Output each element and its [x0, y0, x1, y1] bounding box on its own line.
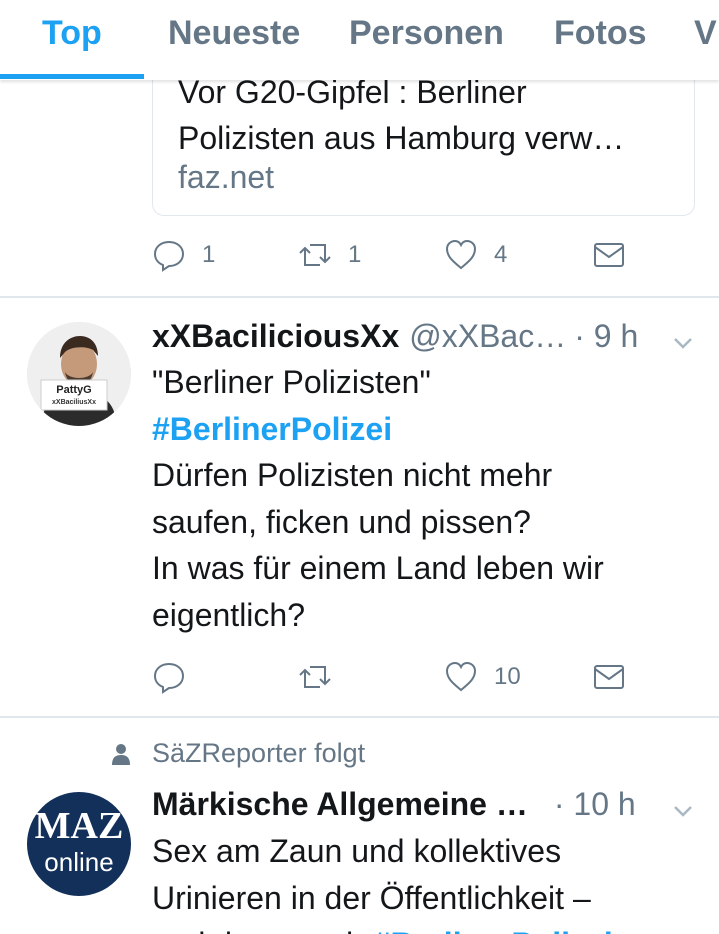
avatar[interactable]: MAZ online — [27, 792, 131, 896]
avatar-logo-text: MAZ — [34, 805, 124, 847]
avatar-sign-subtext: xXBaciliusXx — [52, 399, 96, 406]
reply-count: 1 — [202, 241, 216, 268]
retweet-icon — [299, 244, 331, 266]
social-context[interactable]: SäZReporter folgt — [110, 738, 365, 769]
tab-videos[interactable]: V — [694, 14, 717, 53]
chevron-down-icon[interactable] — [670, 330, 696, 356]
like-button[interactable]: 4 — [444, 238, 507, 272]
reply-icon — [153, 662, 185, 694]
like-button[interactable]: 10 — [444, 660, 521, 694]
tweet-actions: 1 1 4 — [152, 238, 652, 278]
link-card-title: Vor G20-Gipfel : Berliner Polizisten aus… — [178, 69, 678, 161]
tab-neueste[interactable]: Neueste — [168, 14, 300, 53]
author-name[interactable]: xXBaciliciousXx — [152, 318, 399, 355]
tweet-timestamp: · 9 h — [574, 318, 639, 354]
direct-message-button[interactable] — [592, 238, 626, 272]
like-count: 4 — [494, 241, 508, 268]
envelope-icon — [594, 665, 624, 689]
tweet-header: xXBaciliciousXx @xXBac… · 9 h — [152, 318, 697, 355]
tab-fotos[interactable]: Fotos — [554, 14, 647, 53]
person-icon — [112, 743, 130, 765]
avatar-logo-subtext: online — [44, 847, 114, 877]
tweet-text-line: "Berliner Polizisten" — [152, 364, 431, 400]
tab-personen[interactable]: Personen — [349, 14, 504, 53]
tweet-text-line: Sex am Zaun und kollektives — [152, 833, 562, 869]
tweet-text-line: Dürfen Polizisten nicht mehr — [152, 457, 553, 493]
retweet-button[interactable] — [298, 660, 332, 694]
tweet-text: Sex am Zaun und kollektives Urinieren in… — [152, 828, 692, 934]
envelope-icon — [594, 243, 624, 267]
active-tab-indicator — [0, 74, 144, 79]
tweet-text-line: eigentlich? — [152, 596, 305, 633]
tweet-text-fragment: und dann auch — [152, 926, 364, 934]
avatar[interactable]: PattyG xXBaciliusXx — [27, 322, 131, 426]
retweet-count: 1 — [348, 241, 362, 268]
link-card-title-line-2: Polizisten aus Hamburg verw… — [178, 120, 625, 156]
avatar-sign-text: PattyG — [56, 384, 92, 396]
retweet-icon — [299, 666, 331, 688]
heart-icon — [445, 661, 477, 692]
tweet-timestamp: · 10 h — [553, 786, 636, 822]
tab-top[interactable]: Top — [42, 14, 102, 53]
link-card-domain: faz.net — [178, 159, 275, 195]
hashtag-link[interactable]: #BerlinerPolizei — [152, 406, 692, 453]
tweet-text: "Berliner Polizisten" #BerlinerPolizei D… — [152, 359, 692, 638]
tweet-text-line: Urinieren in der Öffentlichkeit – — [152, 879, 591, 916]
reply-button[interactable] — [152, 660, 186, 694]
chevron-down-icon[interactable] — [670, 798, 696, 824]
retweet-button[interactable]: 1 — [298, 238, 361, 272]
like-count: 10 — [494, 663, 521, 690]
direct-message-button[interactable] — [592, 660, 626, 694]
search-tab-bar: Top Neueste Personen Fotos V — [0, 0, 719, 80]
reply-icon — [153, 240, 185, 272]
social-context-text: SäZReporter folgt — [152, 738, 366, 768]
tweet-text-line: und dann auch #BerlinerPolizei — [152, 921, 692, 934]
author-handle[interactable]: @xXBac… — [409, 318, 566, 355]
hashtag-link[interactable]: #BerlinerPolizei — [373, 926, 613, 934]
heart-icon — [445, 239, 477, 270]
reply-button[interactable]: 1 — [152, 238, 215, 272]
tweet-divider — [0, 296, 719, 298]
tweet-text-line: In was für einem Land leben wir — [152, 550, 604, 586]
tweet-actions: 10 — [152, 660, 652, 700]
user-photo-icon — [27, 322, 131, 426]
tweet-text-line: saufen, ficken und pissen? — [152, 503, 531, 540]
tweet-header: Märkische Allgemeine … · 10 h — [152, 786, 697, 823]
author-name[interactable]: Märkische Allgemeine … — [152, 786, 528, 823]
tweet-divider — [0, 716, 719, 718]
search-results-feed[interactable]: Vor G20-Gipfel : Berliner Polizisten aus… — [0, 0, 719, 934]
